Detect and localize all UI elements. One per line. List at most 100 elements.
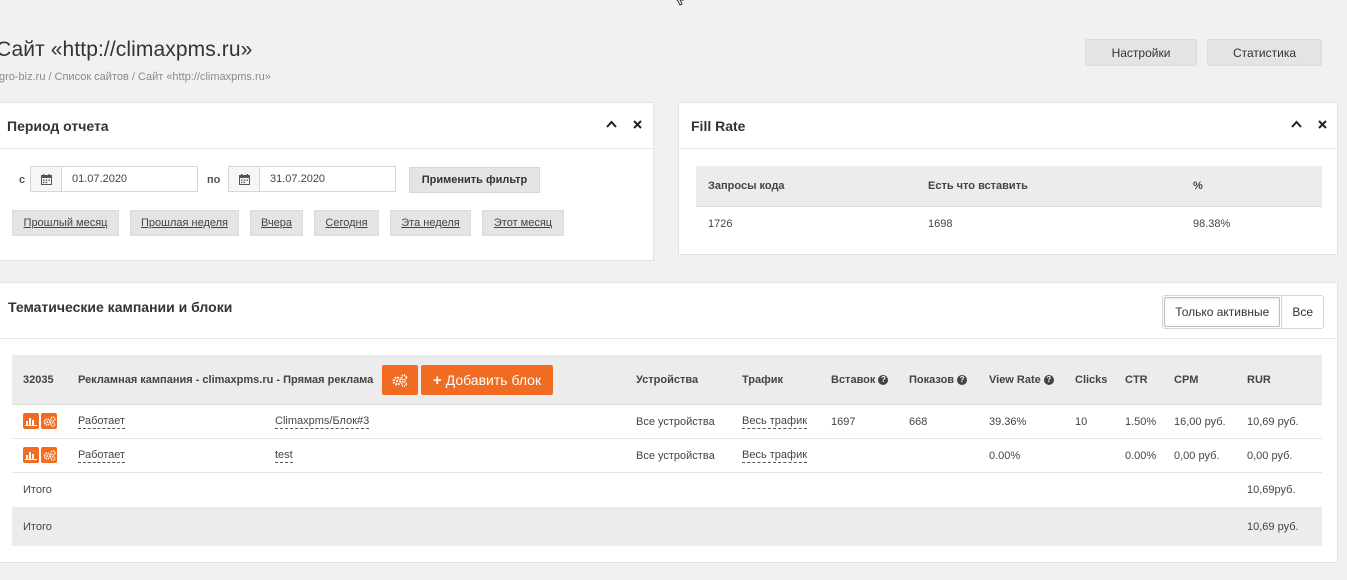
this-month-button[interactable]: Этот месяц xyxy=(482,210,564,236)
block-cell: Climaxpms/Блок#3 xyxy=(275,405,370,438)
campaign-id: 32035 xyxy=(23,373,54,386)
row-actions xyxy=(23,447,57,463)
panel-header: Fill Rate xyxy=(679,103,1337,149)
calendar-icon[interactable] xyxy=(31,167,62,191)
fill-rate-panel: Fill Rate Запросы кода Есть что вставить… xyxy=(678,102,1338,255)
breadcrumb-item-current: Сайт «http://climaxpms.ru» xyxy=(137,71,271,83)
fillable-value: 1698 xyxy=(928,217,953,230)
date-from-value[interactable]: 01.07.2020 xyxy=(62,167,127,191)
campaign-total-row: Итого 10,69руб. xyxy=(12,473,1322,507)
table-row: 1726 1698 98.38% xyxy=(696,207,1322,240)
column-header-rur: RUR xyxy=(1247,373,1271,386)
block-link[interactable]: test xyxy=(275,449,293,463)
statistics-button[interactable]: Статистика xyxy=(1207,39,1322,66)
collapse-chevron-up-icon[interactable] xyxy=(605,118,617,130)
column-header-devices: Устройства xyxy=(636,373,699,386)
status-link[interactable]: Работает xyxy=(78,449,126,463)
panel-title: Fill Rate xyxy=(691,117,746,134)
grand-total-label: Итого xyxy=(23,520,52,533)
breadcrumb: gro-biz.ru / Список сайтов / Сайт «http://cl… xyxy=(0,71,271,83)
calendar-icon[interactable] xyxy=(229,167,260,191)
help-icon[interactable]: ? xyxy=(878,374,889,385)
date-from-label: с xyxy=(19,174,26,186)
plus-icon: + xyxy=(432,371,442,389)
inserts-cell: 1697 xyxy=(831,415,856,428)
clicks-cell: 10 xyxy=(1075,415,1088,428)
bar-chart-icon[interactable] xyxy=(23,413,39,429)
breadcrumb-item-sites[interactable]: Список сайтов xyxy=(55,71,129,83)
fill-rate-table: Запросы кода Есть что вставить % 1726 16… xyxy=(696,166,1322,240)
date-to-value[interactable]: 31.07.2020 xyxy=(260,167,325,191)
only-active-button[interactable]: Только активные xyxy=(1164,297,1281,327)
date-to-field[interactable]: 31.07.2020 xyxy=(228,166,396,192)
ctr-cell: 0.00% xyxy=(1125,449,1157,462)
add-block-label: Добавить блок xyxy=(445,372,542,388)
help-icon[interactable]: ? xyxy=(1043,374,1054,385)
table-row: Работает Climaxpms/Блок#3 Все устройства… xyxy=(12,405,1322,439)
column-header: % xyxy=(1193,180,1203,192)
collapse-chevron-up-icon[interactable] xyxy=(1290,118,1302,130)
today-button[interactable]: Сегодня xyxy=(314,210,379,236)
date-filter-row: с 01.07.2020 по 31.07.2020 Применить фил… xyxy=(0,166,653,194)
code-requests-value: 1726 xyxy=(708,217,733,230)
campaign-name: Рекламная кампания - climaxpms.ru - Прям… xyxy=(78,373,374,386)
traffic-link[interactable]: Весь трафик xyxy=(742,415,808,429)
panel-header: Период отчета xyxy=(0,103,653,149)
traffic-cell: Весь трафик xyxy=(742,405,808,438)
cpm-cell: 0,00 руб. xyxy=(1174,449,1220,462)
last-month-button[interactable]: Прошлый месяц xyxy=(12,210,119,236)
close-icon[interactable] xyxy=(631,118,643,130)
campaign-settings-button[interactable] xyxy=(382,365,418,395)
total-rur: 10,69руб. xyxy=(1247,484,1296,496)
campaign-filter-toggle: Только активные Все xyxy=(1162,295,1324,329)
devices-cell: Все устройства xyxy=(636,415,715,428)
quick-period-buttons: Прошлый месяц Прошлая неделя Вчера Сегод… xyxy=(0,210,653,236)
column-header-shows: Показов? xyxy=(909,355,968,404)
panel-header: Тематические кампании и блоки Только акт… xyxy=(0,283,1337,339)
breadcrumb-separator: / xyxy=(48,71,52,83)
campaigns-table: 32035 Рекламная кампания - climaxpms.ru … xyxy=(12,355,1322,546)
column-header: Есть что вставить xyxy=(928,180,1028,192)
fill-percent-value: 98.38% xyxy=(1193,217,1231,230)
total-label: Итого xyxy=(23,484,52,496)
gears-icon[interactable] xyxy=(41,413,57,429)
rur-cell: 10,69 руб. xyxy=(1247,415,1299,428)
devices-cell: Все устройства xyxy=(636,449,715,462)
gears-icon xyxy=(392,373,408,387)
row-actions xyxy=(23,413,57,429)
all-button[interactable]: Все xyxy=(1281,296,1323,328)
view-rate-cell: 39.36% xyxy=(989,415,1027,428)
this-week-button[interactable]: Эта неделя xyxy=(390,210,471,236)
close-icon[interactable] xyxy=(1316,118,1328,130)
bar-chart-icon[interactable] xyxy=(23,447,39,463)
date-from-field[interactable]: 01.07.2020 xyxy=(30,166,198,192)
column-header-inserts: Вставок? xyxy=(831,355,889,404)
shows-cell: 668 xyxy=(909,415,928,428)
breadcrumb-item-home[interactable]: gro-biz.ru xyxy=(0,71,45,83)
gears-icon[interactable] xyxy=(41,447,57,463)
add-block-button[interactable]: + Добавить блок xyxy=(421,365,553,395)
settings-button[interactable]: Настройки xyxy=(1085,39,1197,66)
yesterday-button[interactable]: Вчера xyxy=(250,210,303,236)
column-header: Запросы кода xyxy=(708,180,785,192)
traffic-link[interactable]: Весь трафик xyxy=(742,449,808,463)
status-cell: Работает xyxy=(78,439,126,472)
status-cell: Работает xyxy=(78,405,126,438)
column-header-cpm: CPM xyxy=(1174,373,1199,386)
mouse-cursor-icon xyxy=(676,0,684,6)
status-link[interactable]: Работает xyxy=(78,415,126,429)
table-row: Работает test Все устройства Весь трафик… xyxy=(12,439,1322,473)
breadcrumb-separator: / xyxy=(131,71,135,83)
date-to-label: по xyxy=(207,174,221,186)
ctr-cell: 1.50% xyxy=(1125,415,1157,428)
column-header-view-rate: View Rate? xyxy=(989,355,1054,404)
rur-cell: 0,00 руб. xyxy=(1247,449,1293,462)
column-header-traffic: Трафик xyxy=(742,373,784,386)
help-icon[interactable]: ? xyxy=(957,374,968,385)
apply-filter-button[interactable]: Применить фильтр xyxy=(409,167,540,193)
page-title: Сайт «http://climaxpms.ru» xyxy=(0,38,253,61)
block-link[interactable]: Climaxpms/Блок#3 xyxy=(275,415,370,429)
cpm-cell: 16,00 руб. xyxy=(1174,415,1226,428)
view-rate-cell: 0.00% xyxy=(989,449,1021,462)
last-week-button[interactable]: Прошлая неделя xyxy=(130,210,239,236)
